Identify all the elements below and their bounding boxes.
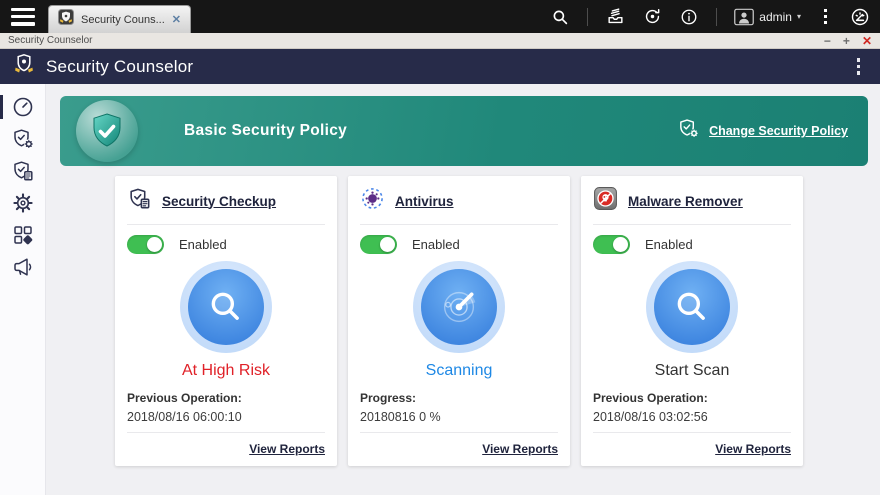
main-content: Basic Security Policy Change Security Po… (46, 84, 880, 495)
status-text: At High Risk (181, 362, 271, 379)
card-security-checkup: Security Checkup Enabled At High Risk Pr… (115, 176, 337, 466)
enable-toggle[interactable] (127, 235, 164, 254)
sidebar-item-apps[interactable] (0, 220, 45, 250)
status-text: Start Scan (654, 362, 730, 379)
admin-username: admin (759, 9, 792, 24)
magnifier-icon (677, 292, 705, 320)
sidebar-item-overview[interactable] (0, 92, 45, 122)
shield-gear-icon (677, 117, 700, 145)
user-menu[interactable]: admin ▾ (734, 7, 801, 27)
divider (587, 7, 589, 26)
security-counselor-app: Security Couns... ✕ admin ▾ Security Cou… (0, 0, 880, 495)
file-station-icon[interactable] (605, 7, 625, 27)
status-text: Scanning (425, 362, 493, 379)
info-icon[interactable] (679, 7, 699, 27)
operation-label: Previous Operation: (593, 391, 708, 405)
scan-button[interactable] (413, 261, 505, 353)
shield-check-report-icon (127, 186, 152, 216)
close-button[interactable]: ✕ (862, 35, 872, 47)
virus-icon (360, 186, 385, 216)
tab-close-icon[interactable]: ✕ (172, 13, 181, 26)
user-avatar-icon (734, 7, 755, 27)
desktop-taskbar: Security Couns... ✕ admin ▾ (0, 0, 880, 33)
sidebar (0, 84, 46, 495)
window-title-bar: Security Counselor − + ✕ (0, 33, 880, 49)
security-policy-banner: Basic Security Policy Change Security Po… (60, 96, 868, 166)
toggle-label: Enabled (645, 237, 693, 252)
more-options-icon[interactable] (818, 7, 833, 26)
header-more-options-icon[interactable] (849, 56, 869, 77)
background-tasks-icon[interactable] (642, 7, 662, 27)
change-security-policy-link[interactable]: Change Security Policy (709, 124, 848, 138)
card-malware-remover: Malware Remover Enabled Start Scan Previ… (581, 176, 803, 466)
operation-value: 2018/08/16 06:00:10 (127, 410, 242, 424)
enable-toggle[interactable] (593, 235, 630, 254)
view-reports-link[interactable]: View Reports (249, 442, 325, 456)
app-badge-icon (58, 9, 74, 30)
sidebar-item-security-reports[interactable] (0, 156, 45, 186)
scan-button[interactable] (180, 261, 272, 353)
card-title-link[interactable]: Antivirus (395, 194, 454, 209)
scan-button[interactable] (646, 261, 738, 353)
divider (716, 7, 718, 26)
page-title: Security Counselor (46, 56, 194, 76)
security-policy-title: Basic Security Policy (184, 122, 348, 139)
enable-toggle[interactable] (360, 235, 397, 254)
main-menu-icon[interactable] (8, 7, 38, 27)
app-header: Security Counselor (0, 49, 880, 84)
toggle-label: Enabled (412, 237, 460, 252)
app-tab-label: Security Couns... (81, 13, 165, 26)
maximize-button[interactable]: + (843, 35, 850, 47)
card-antivirus: Antivirus Enabled Scanning Progress: 201… (348, 176, 570, 466)
sidebar-item-settings[interactable] (0, 188, 45, 218)
malware-skull-icon (593, 186, 618, 216)
view-reports-link[interactable]: View Reports (482, 442, 558, 456)
resource-monitor-icon[interactable] (850, 7, 870, 27)
magnifier-icon (211, 292, 239, 320)
shield-check-bubble-icon (76, 100, 138, 162)
progress-label: Progress: (360, 391, 417, 405)
window-title: Security Counselor (8, 35, 93, 46)
toggle-label: Enabled (179, 237, 227, 252)
card-title-link[interactable]: Security Checkup (162, 194, 276, 209)
change-security-policy[interactable]: Change Security Policy (677, 117, 848, 145)
chevron-down-icon: ▾ (796, 12, 801, 21)
sidebar-item-security-checkup[interactable] (0, 124, 45, 154)
radar-icon (443, 291, 476, 323)
operation-value: 2018/08/16 03:02:56 (593, 410, 708, 424)
operation-label: Previous Operation: (127, 391, 242, 405)
minimize-button[interactable]: − (824, 35, 831, 47)
feature-cards: Security Checkup Enabled At High Risk Pr… (115, 176, 868, 466)
app-tab-security-counselor[interactable]: Security Couns... ✕ (48, 5, 191, 33)
view-reports-link[interactable]: View Reports (715, 442, 791, 456)
card-title-link[interactable]: Malware Remover (628, 194, 743, 209)
security-counselor-badge-icon (12, 52, 36, 81)
progress-value: 20180816 0 % (360, 410, 441, 424)
search-icon[interactable] (550, 7, 570, 27)
sidebar-item-announcements[interactable] (0, 252, 45, 282)
